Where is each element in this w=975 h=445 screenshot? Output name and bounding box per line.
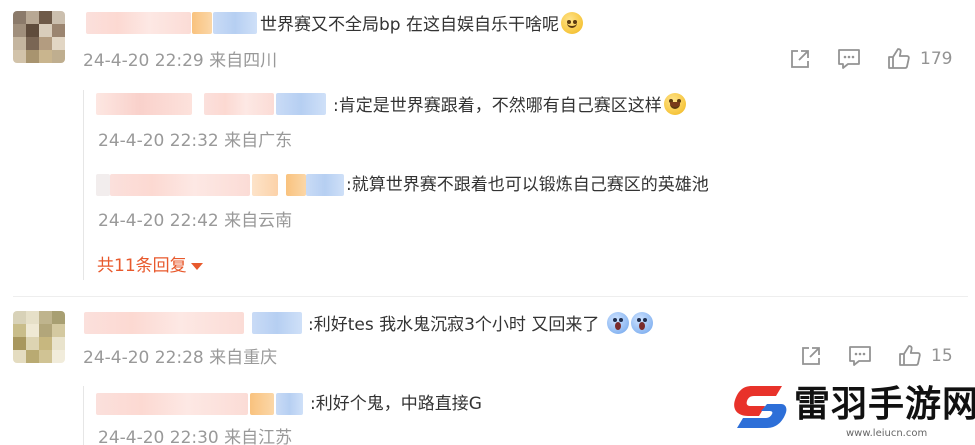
share-icon — [791, 50, 809, 68]
avatar[interactable] — [13, 11, 65, 63]
scream-emoji-icon — [630, 312, 653, 334]
avatar[interactable] — [13, 311, 65, 363]
site-logo-icon — [734, 386, 787, 428]
hush-emoji-icon — [561, 12, 583, 34]
comment-meta: 24-4-20 22:28 来自重庆 — [83, 347, 277, 369]
username-blurred[interactable] — [276, 93, 326, 115]
more-replies-link[interactable]: 共11条回复 — [97, 255, 203, 277]
reply-meta: 24-4-20 22:32 来自广东 — [98, 130, 292, 152]
share-button[interactable] — [800, 345, 822, 367]
comment-icon — [838, 49, 860, 69]
comment-location: 来自四川 — [209, 51, 278, 71]
username-blurred[interactable] — [96, 93, 192, 115]
reply-time: 24-4-20 22:42 — [98, 211, 219, 231]
site-url: www.leiucn.com — [846, 428, 928, 439]
caret-down-icon — [190, 262, 203, 270]
reply-location: 来自广东 — [224, 131, 293, 151]
reply-time: 24-4-20 22:30 — [98, 428, 219, 445]
username-blurred[interactable] — [110, 174, 250, 196]
reply-time: 24-4-20 22:32 — [98, 131, 219, 151]
comment-button[interactable] — [848, 345, 872, 367]
comment-location: 来自重庆 — [209, 348, 278, 368]
username-blurred[interactable] — [306, 174, 344, 196]
site-watermark: 雷羽手游网 www.leiucn.com — [730, 380, 975, 445]
username-blurred[interactable] — [96, 393, 248, 415]
share-icon — [802, 347, 820, 365]
username-blurred[interactable] — [86, 12, 191, 34]
username-blurred[interactable] — [276, 393, 303, 415]
reply-location: 来自江苏 — [224, 428, 293, 445]
username-blurred[interactable] — [96, 174, 110, 196]
laughing-tears-emoji-icon — [663, 93, 686, 115]
comment-text: :利好tes 我水鬼沉寂3个小时 又回来了 — [308, 312, 653, 336]
share-button[interactable] — [789, 48, 811, 70]
reply-meta: 24-4-20 22:42 来自云南 — [98, 210, 292, 232]
reply-text: :就算世界赛不跟着也可以锻炼自己赛区的英雄池 — [346, 175, 709, 195]
username-blurred[interactable] — [252, 174, 278, 196]
like-button[interactable]: 179 — [887, 47, 952, 71]
comment-time: 24-4-20 22:29 — [83, 51, 204, 71]
like-count: 15 — [931, 346, 953, 366]
reply-text: :肯定是世界赛跟着，不然哪有自己赛区这样 — [333, 93, 686, 117]
reply-meta: 24-4-20 22:30 来自江苏 — [98, 427, 292, 445]
reply-divider — [83, 90, 84, 280]
scream-emoji-icon — [606, 312, 629, 334]
comment-separator — [13, 296, 968, 297]
username-blurred[interactable] — [213, 12, 257, 34]
reply-location: 来自云南 — [224, 211, 293, 231]
reply-text: :利好个鬼，中路直接G — [310, 394, 482, 414]
username-blurred[interactable] — [286, 174, 306, 196]
like-icon — [899, 345, 921, 366]
comment-button[interactable] — [837, 48, 861, 70]
username-blurred[interactable] — [84, 312, 244, 334]
username-blurred[interactable] — [192, 12, 212, 34]
comment-text: 世界赛又不全局bp 在这自娱自乐干啥呢 — [260, 12, 583, 36]
username-blurred[interactable] — [250, 393, 274, 415]
site-title: 雷羽手游网 — [794, 384, 975, 425]
reply-divider — [83, 386, 84, 445]
comment-meta: 24-4-20 22:29 来自四川 — [83, 50, 277, 72]
like-icon — [888, 48, 910, 69]
like-button[interactable]: 15 — [898, 344, 953, 368]
username-blurred[interactable] — [252, 312, 302, 334]
comment-icon — [849, 346, 871, 366]
like-count: 179 — [920, 49, 953, 69]
username-blurred[interactable] — [204, 93, 274, 115]
comment-time: 24-4-20 22:28 — [83, 348, 204, 368]
